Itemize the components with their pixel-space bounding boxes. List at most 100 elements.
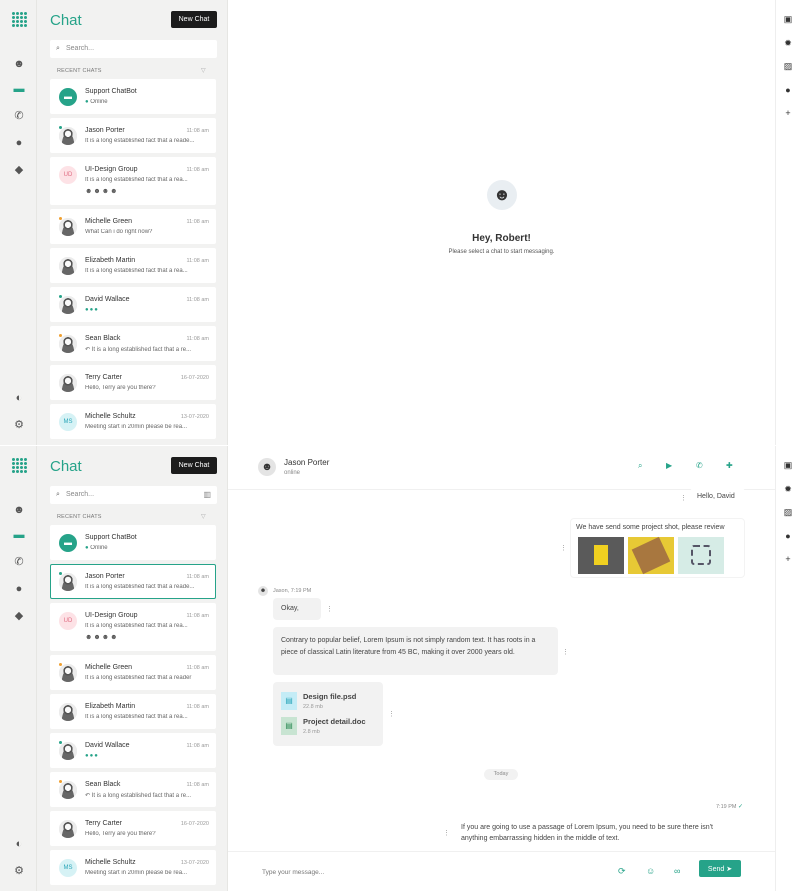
search-input[interactable]: ⌕ Search... [50,40,217,58]
dark-mode-icon[interactable]: ◐ [12,391,26,405]
chat-list-item[interactable]: Sean Black 11:08 am ↶ It is a long establi… [50,772,216,807]
avatar [59,742,77,760]
chat-list-item[interactable]: Jason Porter 11:08 am It is a long establi… [50,118,216,153]
search-icon[interactable]: ⌕ [638,461,642,471]
chat-time: 13-07-2020 [180,414,209,420]
sender-meta: Jason, 7:19 PM [273,588,312,594]
profile-avatar-icon[interactable]: ☻ [12,503,26,517]
lightbulb-icon[interactable]: ✹ [782,483,794,495]
right-rail: ▣ ✹ ▨ ● + [775,0,800,445]
chat-list-item[interactable]: Sean Black 11:08 am ↶ It is a long establi… [50,326,216,361]
chat-list: ▬ Support ChatBot ● Online Jason Porter 11:0… [50,79,217,443]
chat-list-item[interactable]: UD UI-Design Group 11:08 am It is a long es… [50,157,216,205]
file-name[interactable]: Project detail.doc [303,717,366,726]
chat-list-item[interactable]: Terry Carter 16-07-2020 Hello, Terry are y… [50,811,216,846]
chat-list-item[interactable]: ▬ Support ChatBot ● Online [50,525,216,560]
panel-title: Chat [50,12,82,29]
project-image-2[interactable] [628,536,674,575]
chat-list-item[interactable]: Elizabeth Martin 11:08 am It is a long est… [50,248,216,283]
chat-list-item[interactable]: MS Michelle Schultz 13-07-2020 Meeting star… [50,850,216,885]
chat-list-item[interactable]: MS Michelle Schultz 13-07-2020 Meeting star… [50,404,216,439]
calendar-icon[interactable]: ▣ [782,13,794,25]
avatar [59,781,77,799]
project-image-1[interactable] [578,537,624,574]
settings-icon[interactable]: ⚙ [12,418,26,432]
phone-icon[interactable]: ✆ [12,109,26,123]
chat-name: Sean Black [85,781,121,788]
notes-icon[interactable]: ▨ [782,60,794,72]
message-input[interactable]: Type your message... [262,869,324,876]
avatar [59,664,77,682]
refresh-icon[interactable]: ⟳ [618,866,626,877]
lightbulb-icon[interactable]: ✹ [782,37,794,49]
layers-icon[interactable]: ◆ [12,163,26,177]
add-icon[interactable]: + [782,107,794,119]
sender-avatar: ☻ [258,586,268,596]
filter-icon[interactable]: ▽ [201,67,206,74]
chat-time: 11:08 am [186,613,209,619]
chat-preview: It is a long established fact that a rea… [85,714,188,720]
file-name[interactable]: Design file.psd [303,692,356,701]
chat-icon[interactable]: ▬ [12,82,26,96]
video-call-icon[interactable]: ▶ [666,461,672,470]
emoji-icon[interactable]: ☺ [646,866,655,876]
chat-list-item[interactable]: David Wallace 11:08 am ●●● [50,733,216,768]
send-button[interactable]: Send ➤ [699,860,741,877]
phone-call-icon[interactable]: ✆ [696,461,703,470]
avatar [59,374,77,392]
chat-icon[interactable]: ▬ [12,528,26,542]
calendar-icon[interactable]: ▣ [782,459,794,471]
message-menu-icon[interactable]: ⋮ [560,544,567,552]
filter-icon[interactable]: ▽ [201,513,206,520]
chat-list-item[interactable]: ▬ Support ChatBot ● Online [50,79,216,114]
microphone-icon[interactable]: ▥ [203,486,211,504]
message-menu-icon[interactable]: ⋮ [326,605,333,613]
chat-name: UI-Design Group [85,166,138,173]
message-menu-icon[interactable]: ⋮ [443,829,450,837]
contact-avatar[interactable]: ☻ [258,458,276,476]
profile-avatar-icon[interactable]: ☻ [12,57,26,71]
settings-icon[interactable]: ⚙ [12,864,26,878]
user-icon[interactable]: ● [12,136,26,150]
chat-time: 11:08 am [186,258,209,264]
chat-list-item[interactable]: Elizabeth Martin 11:08 am It is a long est… [50,694,216,729]
message-menu-icon[interactable]: ⋮ [562,648,569,656]
chat-preview: It is a long established fact that a rea… [85,623,188,629]
chat-name: Support ChatBot [85,88,137,95]
chat-name: Michelle Green [85,664,133,671]
person-photo [59,127,77,145]
user-icon[interactable]: ● [12,582,26,596]
dark-mode-icon[interactable]: ◐ [12,837,26,851]
avatar [59,573,77,591]
chat-list-item[interactable]: David Wallace 11:08 am ●●● [50,287,216,322]
message-menu-icon[interactable]: ⋮ [680,494,687,502]
add-user-icon[interactable]: ✚ [726,461,733,470]
user-avatar: ☻ [487,180,517,210]
phone-icon[interactable]: ✆ [12,555,26,569]
person-photo [59,573,77,591]
chat-list-item[interactable]: Michelle Green 11:08 am It is a long estab… [50,655,216,690]
github-icon[interactable]: ● [782,530,794,542]
chat-list-item[interactable]: Michelle Green 11:08 am What Can i do righ… [50,209,216,244]
new-chat-button[interactable]: New Chat [171,11,217,28]
chat-list-item[interactable]: Jason Porter 11:08 am It is a long establi… [50,564,216,599]
person-photo [59,664,77,682]
search-input[interactable]: ⌕ Search... ▥ [50,486,217,504]
online-dot: ● [85,545,91,551]
chat-preview: ↶ It is a long established fact that a r… [85,347,192,353]
welcome-title: Hey, Robert! [472,233,531,244]
project-image-3[interactable] [678,537,724,574]
add-icon[interactable]: + [782,553,794,565]
new-chat-button[interactable]: New Chat [171,457,217,474]
chat-header: ☻ Jason Porter online ⌕ ▶ ✆ ✚ [228,446,775,490]
github-icon[interactable]: ● [782,84,794,96]
status-dot [59,572,62,575]
attachment-icon[interactable]: ∞ [674,866,680,876]
layers-icon[interactable]: ◆ [12,609,26,623]
chat-list-item[interactable]: UD UI-Design Group 11:08 am It is a long es… [50,603,216,651]
message-menu-icon[interactable]: ⋮ [388,710,395,718]
chat-list-item[interactable]: Terry Carter 16-07-2020 Hello, Terry are y… [50,365,216,400]
notes-icon[interactable]: ▨ [782,506,794,518]
status-dot [59,780,62,783]
status-dot [59,126,62,129]
